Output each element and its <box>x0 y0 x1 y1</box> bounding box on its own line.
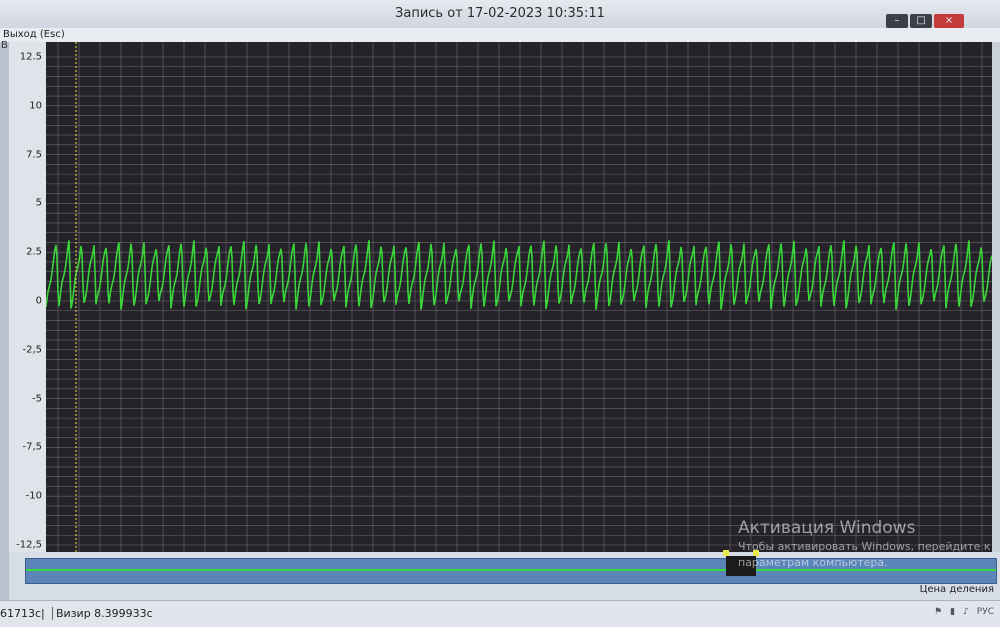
y-tick-label: -7,5 <box>22 441 42 453</box>
watermark-line-1: Чтобы активировать Windows, перейдите к <box>738 540 991 553</box>
status-bar: 61713с| Визир 8.399933с ⚑ ▮ ♪ РУС <box>0 600 1000 627</box>
y-axis: 12.5 10 7.5 5 2.5 0 -2,5 -5 -7,5 -10 -12,5 <box>9 42 47 552</box>
oscilloscope-plot[interactable] <box>46 42 992 552</box>
overview-left-handle[interactable] <box>723 550 729 556</box>
y-tick-label: 7.5 <box>26 149 42 161</box>
y-tick-label: -2,5 <box>22 344 42 356</box>
left-strip <box>0 42 9 602</box>
signal-trace <box>46 240 992 310</box>
window-title: Запись от 17-02-2023 10:35:11 <box>395 6 605 21</box>
vertical-scrollbar[interactable] <box>992 42 1000 552</box>
y-tick-label: 0 <box>35 295 42 307</box>
menu-bar: Выход (Esc) <box>0 28 1000 42</box>
watermark-title: Активация Windows <box>738 518 916 538</box>
y-tick-label: 10 <box>29 100 42 112</box>
volume-icon[interactable]: ♪ <box>963 607 969 617</box>
plot-canvas <box>46 42 992 552</box>
maximize-button[interactable]: □ <box>910 14 932 28</box>
status-cursor: Визир 8.399933с <box>56 607 153 620</box>
division-price-label: Цена деления <box>919 584 994 595</box>
y-unit-label: В <box>1 40 8 51</box>
watermark-line-2: параметрам компьютера. <box>738 556 888 569</box>
y-tick-label: -5 <box>32 393 42 405</box>
grid <box>46 42 992 552</box>
y-tick-label: 5 <box>35 197 42 209</box>
flag-icon[interactable]: ⚑ <box>934 607 942 617</box>
title-bar: Запись от 17-02-2023 10:35:11 – □ × <box>0 0 1000 29</box>
system-tray: ⚑ ▮ ♪ РУС <box>934 607 994 617</box>
close-button[interactable]: × <box>934 14 964 28</box>
status-time: 61713с| <box>0 607 53 620</box>
y-tick-label: 2.5 <box>26 246 42 258</box>
exit-button[interactable]: Выход (Esc) <box>3 28 65 42</box>
window-controls: – □ × <box>886 14 964 28</box>
language-indicator[interactable]: РУС <box>977 607 994 617</box>
y-tick-label: 12.5 <box>19 51 42 63</box>
minimize-button[interactable]: – <box>886 14 908 28</box>
battery-icon[interactable]: ▮ <box>950 607 955 617</box>
y-tick-label: -12,5 <box>16 539 42 551</box>
y-tick-label: -10 <box>25 490 42 502</box>
activation-watermark: Активация Windows Чтобы активировать Win… <box>738 518 991 570</box>
